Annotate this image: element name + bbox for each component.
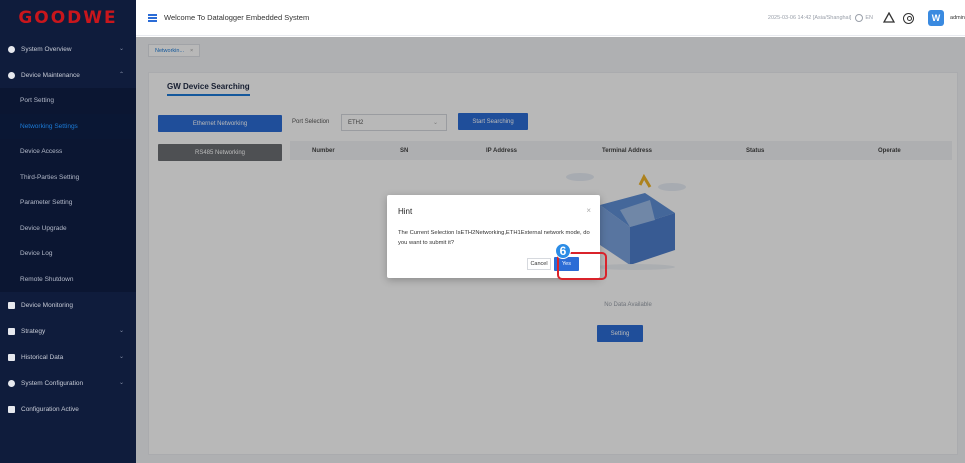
header-actions: 2025-03-06 14:42 [Asia/Shanghai] EN W ad… [768,0,965,36]
sidebar-item-parameter-setting[interactable]: Parameter Setting [0,190,136,216]
language-selector[interactable]: EN [865,15,873,21]
nav-label: System Overview [21,45,72,53]
nav-label: Device Monitoring [21,301,74,309]
avatar[interactable]: W [928,10,945,26]
nav-system-configuration[interactable]: System Configuration ⌄ [0,370,136,396]
dialog-title: Hint [398,207,413,216]
alarm-icon[interactable] [883,12,896,24]
sidebar-item-device-log[interactable]: Device Log [0,241,136,267]
nav-device-monitoring[interactable]: Device Monitoring [0,292,136,318]
sidebar-item-device-access[interactable]: Device Access [0,139,136,165]
nav-label: Historical Data [21,353,64,361]
nav-system-overview[interactable]: System Overview ⌄ [0,36,136,62]
datetime: 2025-03-06 14:42 [Asia/Shanghai] [767,15,852,21]
chevron-down-icon: ⌄ [118,380,124,386]
chevron-down-icon: ⌄ [118,354,124,360]
history-icon [8,353,15,361]
sidebar-item-device-upgrade[interactable]: Device Upgrade [0,215,136,241]
globe-icon[interactable] [855,14,864,22]
sidebar-item-networking-settings[interactable]: Networking Settings [0,113,136,139]
nav-label: Device Maintenance [21,71,80,79]
username[interactable]: admin [950,15,965,21]
nav-historical-data[interactable]: Historical Data ⌄ [0,344,136,370]
chevron-down-icon: ⌄ [118,328,124,334]
user-settings-icon[interactable] [903,12,915,24]
sidebar-item-port-setting[interactable]: Port Setting [0,88,136,114]
step-badge: 6 [555,243,571,259]
chevron-down-icon: ⌄ [118,46,124,52]
nav-label: Strategy [21,327,46,335]
sidebar-item-remote-shutdown[interactable]: Remote Shutdown [0,266,136,292]
shield-icon [8,71,15,79]
nav-strategy[interactable]: Strategy ⌄ [0,318,136,344]
strategy-icon [8,327,15,335]
header-title: Welcome To Datalogger Embedded System [164,13,310,22]
logo-text: GOODWE [18,8,118,28]
sidebar-item-third-parties-setting[interactable]: Third-Parties Setting [0,164,136,190]
nav-configuration-active[interactable]: Configuration Active [0,396,136,422]
top-header: Welcome To Datalogger Embedded System 20… [136,0,965,36]
close-icon[interactable]: × [586,206,591,215]
nav-label: Configuration Active [21,405,79,413]
menu-icon[interactable] [148,14,157,22]
chevron-up-icon: ⌃ [118,72,124,78]
config-icon [8,405,15,413]
nav-device-maintenance[interactable]: Device Maintenance ⌃ [0,62,136,88]
sidebar: GOODWE System Overview ⌄ Device Maintena… [0,0,136,463]
gear-icon [8,379,15,387]
cancel-button[interactable]: Cancel [527,258,551,270]
nav-label: System Configuration [21,379,84,387]
logo: GOODWE [0,0,136,36]
globe-icon [8,45,15,53]
monitor-icon [8,301,15,309]
